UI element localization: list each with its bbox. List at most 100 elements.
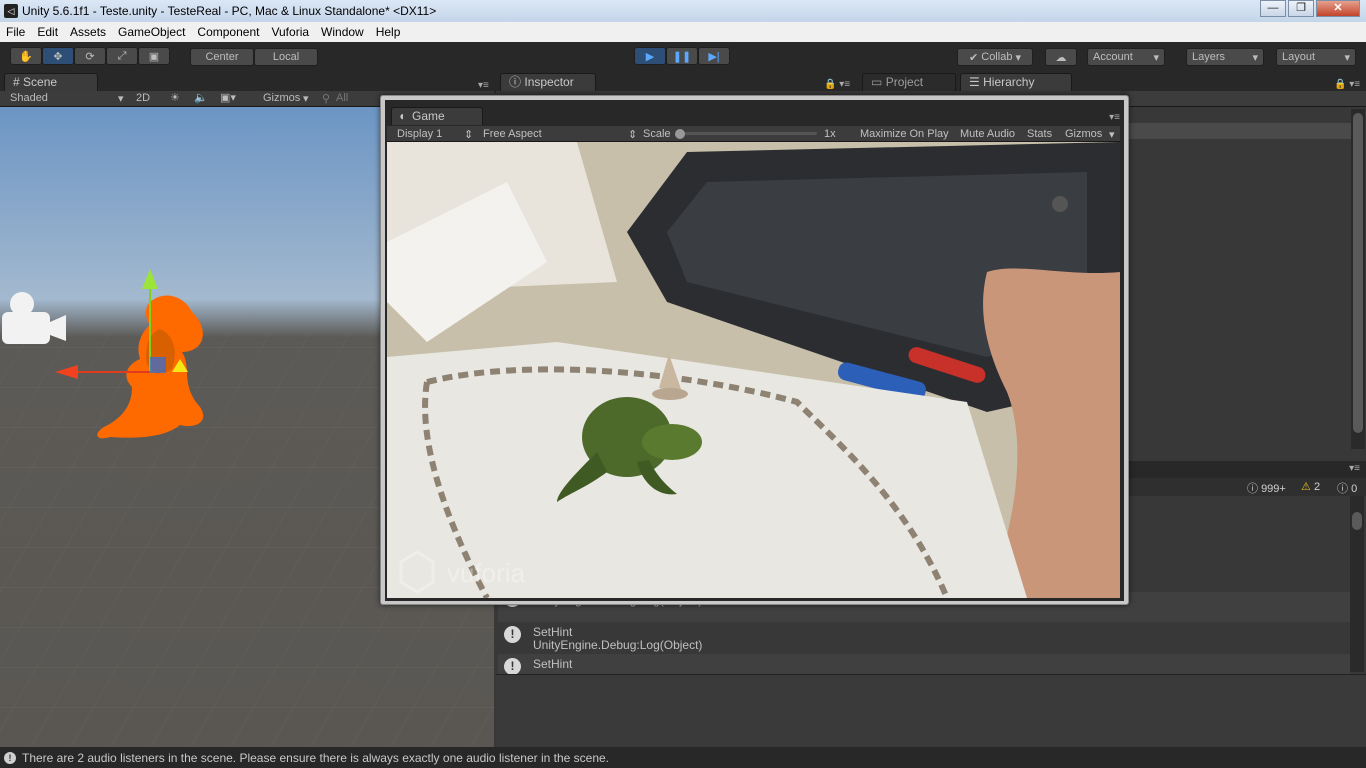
log-count: 999+ (1261, 483, 1286, 495)
minimize-button[interactable]: — (1260, 0, 1286, 17)
scene-search-input[interactable]: All (336, 92, 348, 104)
menu-edit[interactable]: Edit (31, 25, 64, 39)
scale-value: 1x (824, 128, 836, 140)
game-controller-icon: ◖ (398, 109, 406, 123)
effects-toggle-icon[interactable]: ▣▾ (220, 91, 236, 104)
panel-menu-icon[interactable]: ▾≡ (1349, 463, 1360, 474)
console-row[interactable]: ! SetHint (498, 654, 1350, 674)
console-scrollbar[interactable] (1350, 496, 1364, 672)
info-icon: ⓘ (1247, 483, 1258, 495)
menu-component[interactable]: Component (191, 25, 265, 39)
tab-hierarchy[interactable]: ☰ Hierarchy (960, 73, 1072, 91)
scale-label: Scale (643, 128, 671, 140)
info-icon: ! (4, 751, 16, 764)
shading-mode-dropdown[interactable]: Shaded (10, 92, 48, 104)
cloud-icon[interactable]: ☁ (1045, 48, 1077, 66)
lock-icon[interactable]: 🔒 ▾≡ (824, 79, 850, 90)
tab-game-label: Game (412, 109, 445, 123)
hierarchy-row[interactable] (1129, 123, 1351, 139)
tab-inspector-label: Inspector (524, 75, 574, 89)
lighting-toggle-icon[interactable]: ☀ (170, 91, 180, 104)
chevron-down-icon: ▾ (1109, 129, 1115, 141)
pivot-center-label: Center (205, 51, 239, 63)
tab-scene-label: Scene (23, 75, 58, 89)
status-bar[interactable]: ! There are 2 audio listeners in the sce… (0, 747, 1366, 768)
collab-label: Collab (981, 51, 1013, 63)
move-tool-icon[interactable]: ✥ (42, 47, 74, 65)
xy-plane-handle[interactable] (150, 357, 166, 373)
chevron-down-icon: ▾ (303, 93, 309, 105)
warning-icon: ⚠ (1301, 481, 1311, 493)
toggle-2d-button[interactable]: 2D (136, 92, 150, 104)
menu-window[interactable]: Window (315, 25, 370, 39)
scrollbar-thumb[interactable] (1352, 512, 1362, 530)
layers-dropdown[interactable]: Layers ▾ (1186, 48, 1264, 66)
info-icon: ⓘ (509, 75, 522, 89)
menu-vuforia[interactable]: Vuforia (265, 25, 315, 39)
scale-slider[interactable] (677, 132, 817, 135)
display-dropdown[interactable]: Display 1 (397, 128, 442, 140)
rect-tool-icon[interactable]: ▣ (138, 47, 170, 65)
aspect-dropdown[interactable]: Free Aspect (483, 128, 542, 140)
chevron-down-icon: ▾ (1344, 51, 1350, 64)
chevron-updown-icon: ⇕ (628, 129, 638, 141)
tab-game[interactable]: ◖ Game (391, 107, 483, 125)
camera-gizmo-icon[interactable] (2, 292, 66, 344)
rotate-tool-icon[interactable]: ⟳ (74, 47, 106, 65)
scrollbar-thumb[interactable] (1353, 113, 1363, 433)
panel-header-strip (0, 73, 1366, 93)
hp-logo-icon (1052, 196, 1068, 212)
tab-project-label: Project (885, 75, 924, 89)
console-row-message: SetHint (533, 657, 573, 671)
hierarchy-scrollbar[interactable] (1351, 109, 1365, 449)
warning-count: 2 (1313, 481, 1321, 493)
mute-audio-toggle[interactable]: Mute Audio (960, 128, 1015, 140)
maximize-button[interactable]: ❐ (1288, 0, 1314, 17)
menu-file[interactable]: File (0, 25, 31, 39)
error-count-badge[interactable]: ⓘ 0 (1337, 480, 1357, 496)
status-message: There are 2 audio listeners in the scene… (22, 750, 610, 765)
close-button[interactable]: ✕ (1316, 0, 1360, 17)
scale-slider-thumb[interactable] (675, 129, 685, 139)
camera-feed: vuforia (387, 142, 1120, 598)
step-button[interactable]: ▶| (698, 47, 730, 65)
menu-gameobject[interactable]: GameObject (112, 25, 191, 39)
log-count-badge[interactable]: ⓘ 999+ (1247, 480, 1286, 496)
account-dropdown[interactable]: Account ▾ (1087, 48, 1165, 66)
y-axis-arrow-icon[interactable] (142, 269, 158, 289)
menu-assets[interactable]: Assets (64, 25, 112, 39)
tab-inspector[interactable]: ⓘ Inspector (500, 73, 596, 91)
hierarchy-icon: ☰ (969, 75, 980, 89)
account-label: Account (1093, 51, 1133, 63)
vuforia-watermark: vuforia (447, 558, 526, 588)
lock-icon[interactable]: 🔒 ▾≡ (1334, 79, 1360, 90)
panel-menu-icon[interactable]: ▾≡ (1109, 112, 1120, 123)
warning-count-badge[interactable]: ⚠ 2 (1301, 480, 1320, 493)
pause-button[interactable]: ❚❚ (666, 47, 698, 65)
pivot-center-button[interactable]: Center (190, 48, 254, 66)
gizmos-dropdown[interactable]: Gizmos (263, 92, 300, 104)
scale-tool-icon[interactable]: ⤢ (106, 47, 138, 65)
tab-scene[interactable]: # Scene (4, 73, 98, 91)
game-camera-view[interactable]: vuforia (387, 142, 1120, 598)
play-button[interactable]: ▶ (634, 47, 666, 65)
panel-menu-icon[interactable]: ▾≡ (478, 80, 489, 91)
tab-project[interactable]: ▭ Project (862, 73, 956, 91)
chevron-down-icon: ▾ (1252, 51, 1258, 64)
hierarchy-toolbar (1129, 91, 1366, 107)
collab-dropdown[interactable]: ✔ Collab ▾ (957, 48, 1033, 66)
window-titlebar: ◁ Unity 5.6.1f1 - Teste.unity - TesteRea… (0, 0, 1366, 22)
stats-toggle[interactable]: Stats (1027, 128, 1052, 140)
console-row[interactable]: ! SetHint UnityEngine.Debug:Log(Object) (498, 622, 1350, 654)
pivot-local-label: Local (272, 51, 300, 63)
chevron-down-icon: ▾ (1153, 51, 1159, 64)
layout-dropdown[interactable]: Layout ▾ (1276, 48, 1356, 66)
pivot-local-button[interactable]: Local (254, 48, 318, 66)
game-gizmos-dropdown[interactable]: Gizmos (1065, 128, 1102, 140)
info-icon: ! (504, 658, 521, 674)
menu-help[interactable]: Help (370, 25, 407, 39)
hand-tool-icon[interactable]: ✋ (10, 47, 42, 65)
audio-toggle-icon[interactable]: 🔈 (194, 91, 208, 104)
game-window: ▫ ✕ ◖Game ▾≡ Display 1 ⇕ Free Aspect ⇕ S… (380, 95, 1129, 605)
maximize-on-play-toggle[interactable]: Maximize On Play (860, 128, 949, 140)
